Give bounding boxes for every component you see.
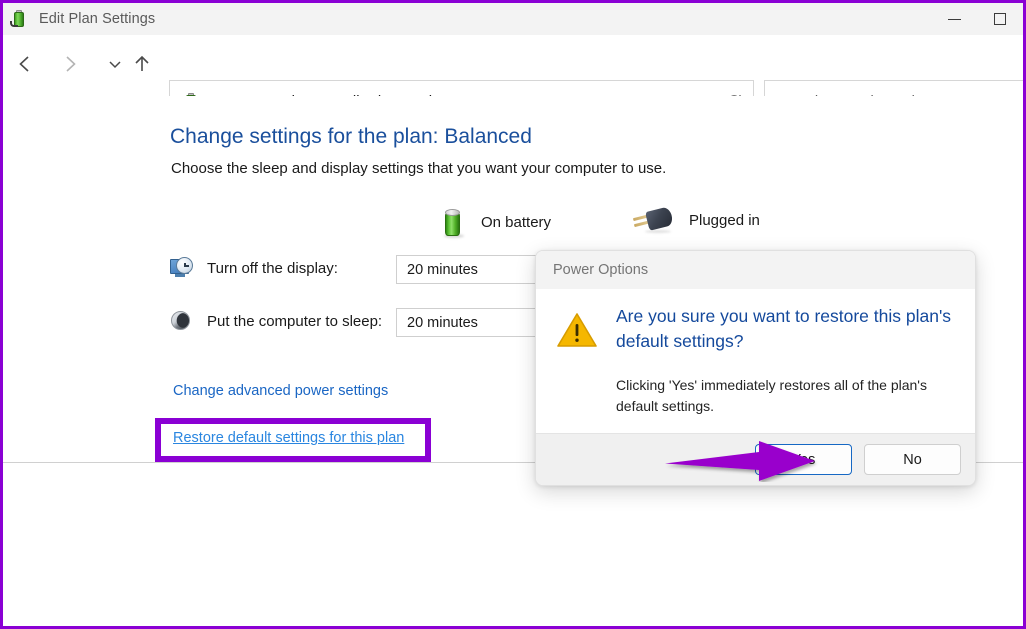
column-header-on-battery: On battery (439, 207, 552, 238)
dialog-text: Clicking 'Yes' immediately restores all … (616, 377, 927, 414)
setting-label-turn-off-display: Turn off the display: (207, 259, 338, 277)
dialog-body: Are you sure you want to restore this pl… (536, 289, 975, 433)
maximize-button[interactable] (977, 3, 1023, 35)
column-header-plugged-in: Plugged in (632, 206, 760, 233)
link-change-advanced-power-settings[interactable]: Change advanced power settings (173, 383, 388, 399)
chevron-down-icon (109, 61, 121, 69)
arrow-right-icon (66, 56, 76, 72)
dialog-heading: Are you sure you want to restore this pl… (616, 306, 952, 352)
power-plug-icon (632, 206, 677, 233)
battery-icon (10, 9, 30, 29)
back-button[interactable] (8, 47, 42, 81)
up-level-button[interactable] (125, 47, 159, 81)
forward-button[interactable] (53, 47, 87, 81)
dialog-no-label: No (903, 451, 922, 468)
battery-icon (439, 207, 467, 238)
dialog-no-button[interactable]: No (864, 444, 961, 475)
minimize-button[interactable] (931, 3, 977, 35)
window-titlebar: Edit Plan Settings (3, 3, 1023, 35)
window-controls (931, 3, 1023, 35)
power-options-dialog: Power Options Are you sure you want to r… (535, 250, 976, 486)
screenshot-root: Edit Plan Settings Search Control Panel … (0, 0, 1026, 629)
arrow-up-icon (135, 55, 149, 71)
dropdown-display-on-battery-value: 20 minutes (407, 261, 478, 278)
dialog-title: Power Options (536, 251, 975, 289)
page-subtitle: Choose the sleep and display settings th… (171, 160, 667, 177)
lower-pane (3, 463, 1023, 626)
setting-label-sleep: Put the computer to sleep: (207, 312, 383, 330)
arrow-left-icon (19, 56, 29, 72)
navigation-bar: « Power Options › Edit Plan Settings (3, 35, 1026, 123)
moon-icon (170, 310, 194, 332)
monitor-clock-icon (170, 257, 194, 279)
setting-row-turn-off-display: Turn off the display: (170, 257, 338, 279)
dialog-footer: Yes No (536, 433, 975, 485)
column-header-plugged-in-label: Plugged in (689, 211, 760, 229)
warning-triangle-icon (557, 313, 597, 347)
window-title: Edit Plan Settings (39, 11, 156, 27)
dialog-yes-label: Yes (791, 451, 816, 468)
dropdown-sleep-on-battery-value: 20 minutes (407, 314, 478, 331)
link-restore-default-settings[interactable]: Restore default settings for this plan (173, 430, 404, 446)
dialog-yes-button[interactable]: Yes (755, 444, 852, 475)
column-header-on-battery-label: On battery (481, 213, 552, 231)
minimize-icon (947, 18, 961, 20)
setting-row-sleep: Put the computer to sleep: (170, 310, 382, 332)
page-title: Change settings for the plan: Balanced (170, 125, 532, 148)
maximize-icon (994, 13, 1006, 25)
